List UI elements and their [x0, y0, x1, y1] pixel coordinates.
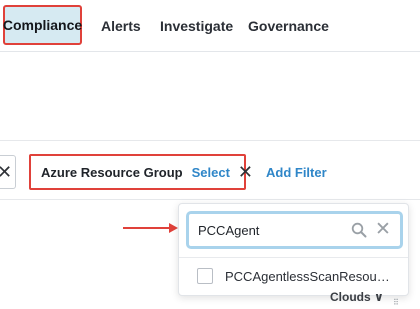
filter-search-input[interactable]: PCCAgent ✕ — [186, 211, 403, 249]
tab-compliance[interactable]: Compliance — [3, 5, 82, 45]
clouds-filter-label[interactable]: Clouds ∨ — [330, 290, 384, 304]
annotation-arrow — [123, 223, 178, 233]
drag-handle-icon: ⠿ — [393, 298, 399, 307]
tab-alerts[interactable]: Alerts — [101, 0, 141, 52]
search-icon — [351, 222, 367, 238]
dropdown-divider — [179, 257, 408, 258]
clear-search-icon[interactable]: ✕ — [375, 220, 391, 239]
filter-bar: ✕ Azure Resource Group Select ✕ Add Filt… — [0, 140, 420, 200]
tab-governance-label: Governance — [248, 18, 329, 34]
top-navigation: Compliance Alerts Investigate Governance — [0, 0, 420, 52]
filter-chip-label: Azure Resource Group — [41, 164, 183, 180]
filter-dropdown: PCCAgent ✕ PCCAgentlessScanResourc... — [178, 203, 409, 296]
tab-governance[interactable]: Governance — [248, 0, 329, 52]
tab-alerts-label: Alerts — [101, 18, 141, 34]
filter-select-link[interactable]: Select — [192, 165, 230, 180]
tab-investigate[interactable]: Investigate — [160, 0, 233, 52]
list-item[interactable]: PCCAgentlessScanResourc... — [197, 267, 390, 285]
option-checkbox[interactable] — [197, 268, 213, 284]
add-filter-link[interactable]: Add Filter — [266, 165, 327, 180]
tab-compliance-label: Compliance — [2, 17, 83, 33]
remove-filter-icon[interactable]: ✕ — [238, 163, 253, 181]
remove-previous-filter-icon[interactable]: ✕ — [0, 163, 12, 181]
azure-resource-group-filter-chip[interactable]: Azure Resource Group Select ✕ — [29, 154, 253, 190]
tab-investigate-label: Investigate — [160, 18, 234, 34]
search-input-value[interactable]: PCCAgent — [198, 223, 259, 238]
app-root: Compliance Alerts Investigate Governance… — [0, 0, 420, 309]
previous-filter-chip: ✕ — [0, 155, 16, 189]
option-label: PCCAgentlessScanResourc... — [225, 268, 390, 284]
